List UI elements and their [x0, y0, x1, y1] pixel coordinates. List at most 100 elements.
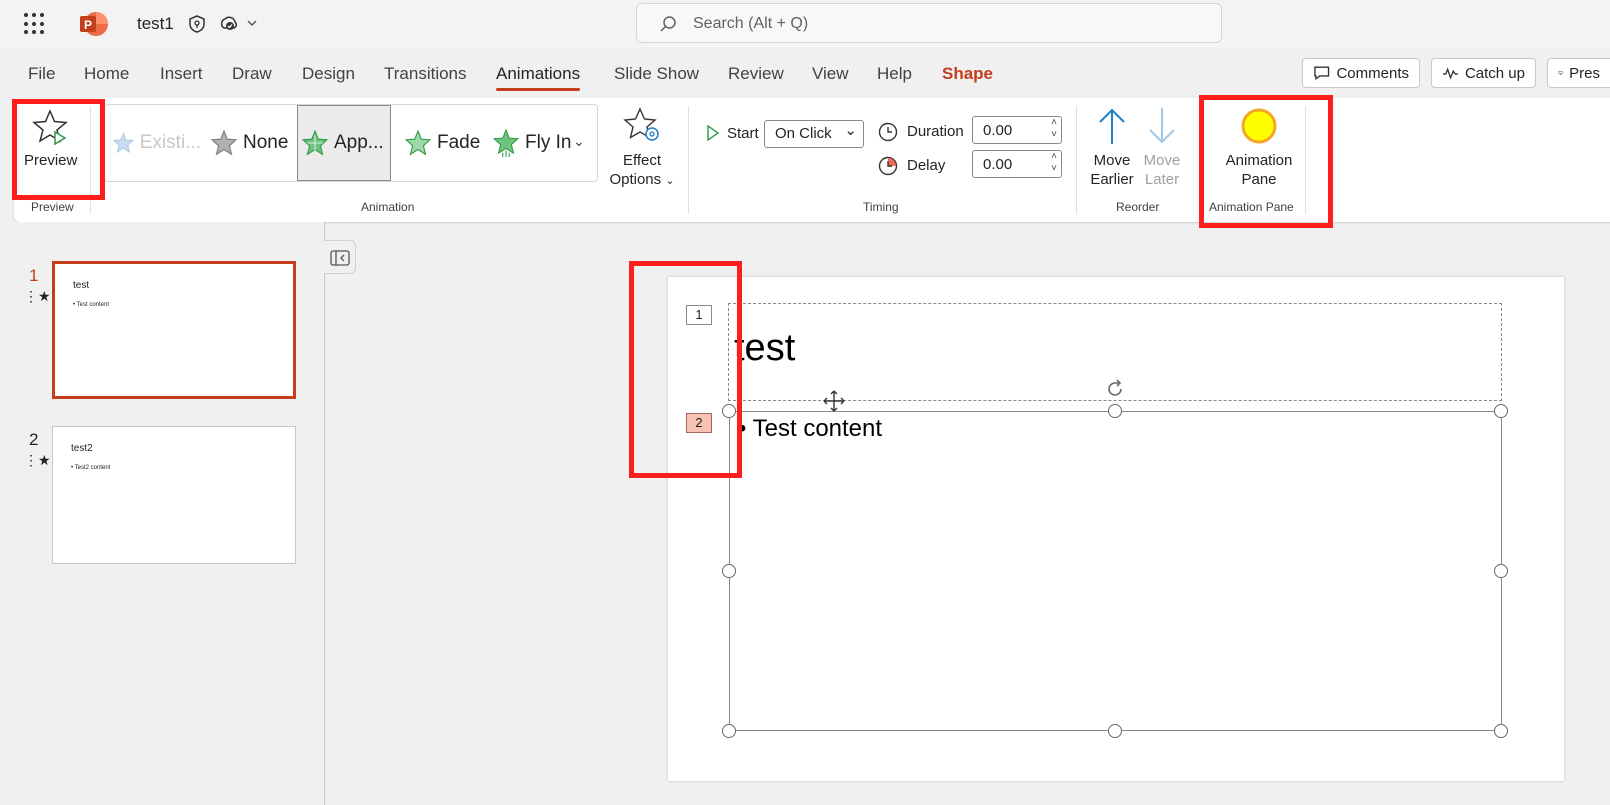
move-cursor-icon: [823, 390, 845, 412]
thumbnail-title: test2: [71, 443, 93, 454]
animation-tag-2[interactable]: 2: [686, 413, 712, 433]
delay-input[interactable]: 0.00 ˄ ˅: [972, 150, 1062, 178]
move-later-label-2: Later: [1144, 171, 1180, 188]
resize-handle[interactable]: [1108, 724, 1122, 738]
slide-content-text[interactable]: • Test content: [738, 415, 882, 443]
document-name[interactable]: test1: [137, 14, 174, 34]
tab-design[interactable]: Design: [302, 64, 355, 84]
sensitivity-shield-icon[interactable]: [187, 14, 207, 34]
resize-handle[interactable]: [1494, 404, 1508, 418]
animation-pane-button[interactable]: Animation Pane: [1214, 106, 1304, 189]
ribbon: Preview Preview Existi... None App... Fa…: [14, 98, 1610, 222]
effect-options-label-2: Options: [609, 171, 662, 188]
pulse-icon: [1442, 67, 1459, 80]
app-launcher-icon[interactable]: [24, 13, 46, 35]
tab-transitions[interactable]: Transitions: [384, 64, 467, 84]
present-icon: [1558, 71, 1563, 75]
search-input[interactable]: Search (Alt + Q): [636, 3, 1222, 43]
start-play-icon: [707, 125, 720, 141]
preview-button[interactable]: Preview: [24, 108, 78, 170]
spin-arrows-icon[interactable]: ˄ ˅: [1051, 117, 1057, 141]
delay-clock-icon: [878, 156, 898, 176]
tab-insert[interactable]: Insert: [160, 64, 203, 84]
resize-handle[interactable]: [722, 724, 736, 738]
present-button[interactable]: Pres: [1547, 58, 1610, 88]
animation-appear[interactable]: App...: [297, 105, 391, 181]
fade-star-icon: [405, 130, 431, 156]
move-earlier-button[interactable]: Move Earlier: [1089, 106, 1135, 189]
fly-in-star-icon: [493, 129, 519, 157]
tab-draw[interactable]: Draw: [232, 64, 272, 84]
separator: [688, 106, 689, 214]
arrow-down-icon: [1149, 108, 1175, 144]
effect-options-icon: [623, 107, 659, 141]
tab-home[interactable]: Home: [84, 64, 129, 84]
animation-fly-in-label: Fly In: [525, 132, 572, 153]
preview-label: Preview: [24, 152, 78, 169]
animation-pane-icon: [1241, 108, 1277, 144]
effect-options-button[interactable]: Effect Options ⌄: [608, 106, 676, 191]
animation-fade[interactable]: Fade: [401, 105, 483, 181]
animation-appear-label: App...: [334, 132, 384, 153]
move-later-button[interactable]: Move Later: [1139, 106, 1185, 189]
chevron-down-icon[interactable]: [245, 16, 259, 30]
duration-label: Duration: [907, 123, 964, 140]
search-placeholder: Search (Alt + Q): [693, 15, 809, 32]
reorder-group-label: Reorder: [1116, 200, 1160, 214]
thumbnail-body: • Test content: [73, 302, 110, 308]
powerpoint-logo-icon: P: [80, 12, 108, 36]
animation-tag-1[interactable]: 1: [686, 305, 712, 325]
start-dropdown[interactable]: On Click: [764, 120, 864, 148]
arrow-up-icon: [1099, 108, 1125, 144]
resize-handle[interactable]: [1494, 564, 1508, 578]
resize-handle[interactable]: [1494, 724, 1508, 738]
appear-star-icon: [302, 130, 328, 156]
animation-pane-label-1: Animation: [1225, 152, 1293, 169]
tab-slide-show[interactable]: Slide Show: [614, 64, 699, 84]
slide-title-text[interactable]: test: [734, 327, 795, 370]
tab-shape[interactable]: Shape: [942, 64, 993, 84]
move-earlier-label-2: Earlier: [1090, 171, 1134, 188]
comments-label: Comments: [1336, 64, 1409, 82]
delay-label: Delay: [907, 157, 946, 174]
tab-help[interactable]: Help: [877, 64, 912, 84]
animation-none[interactable]: None: [205, 105, 291, 181]
slide-thumbnail-2[interactable]: test2 • Test2 content: [52, 426, 296, 564]
tab-file[interactable]: File: [28, 64, 55, 84]
animation-group-label: Animation: [361, 200, 415, 214]
animation-existing[interactable]: Existi...: [109, 105, 201, 181]
tab-review[interactable]: Review: [728, 64, 784, 84]
move-later-label-1: Move: [1143, 152, 1181, 169]
resize-handle[interactable]: [722, 404, 736, 418]
resize-handle[interactable]: [722, 564, 736, 578]
separator: [1305, 106, 1306, 214]
search-icon: [660, 16, 676, 32]
thumbnail-title: test: [73, 280, 90, 291]
animation-fly-in[interactable]: Fly In: [489, 105, 573, 181]
content-placeholder[interactable]: [729, 411, 1502, 731]
collapse-pane-icon: [330, 250, 350, 266]
slide-thumbnail-1[interactable]: test • Test content: [52, 261, 296, 399]
separator: [1202, 106, 1203, 214]
comments-button[interactable]: Comments: [1302, 58, 1420, 88]
preview-group-label: Preview: [31, 200, 74, 214]
catch-up-button[interactable]: Catch up: [1431, 58, 1536, 88]
start-label: Start: [727, 125, 759, 142]
tab-view[interactable]: View: [812, 64, 849, 84]
collapse-pane-button[interactable]: [324, 240, 356, 274]
tab-animations[interactable]: Animations: [496, 64, 581, 91]
animation-fade-label: Fade: [437, 132, 481, 153]
resize-handle[interactable]: [1108, 404, 1122, 418]
rotate-handle-icon[interactable]: [1104, 378, 1126, 400]
move-earlier-label-1: Move: [1093, 152, 1131, 169]
saved-status-icon[interactable]: [219, 14, 239, 34]
spin-arrows-icon[interactable]: ˄ ˅: [1051, 151, 1057, 175]
duration-input[interactable]: 0.00 ˄ ˅: [972, 116, 1062, 144]
present-label: Pres: [1569, 64, 1600, 82]
animation-pane-label-2: Pane: [1241, 171, 1277, 188]
comment-icon: [1314, 66, 1330, 81]
delay-value: 0.00: [983, 156, 1013, 173]
gallery-more-chevron-icon[interactable]: ⌄: [573, 133, 585, 150]
animation-existing-label: Existi...: [139, 132, 201, 153]
animation-gallery: Existi... None App... Fade Fly In ⌄: [104, 104, 598, 182]
